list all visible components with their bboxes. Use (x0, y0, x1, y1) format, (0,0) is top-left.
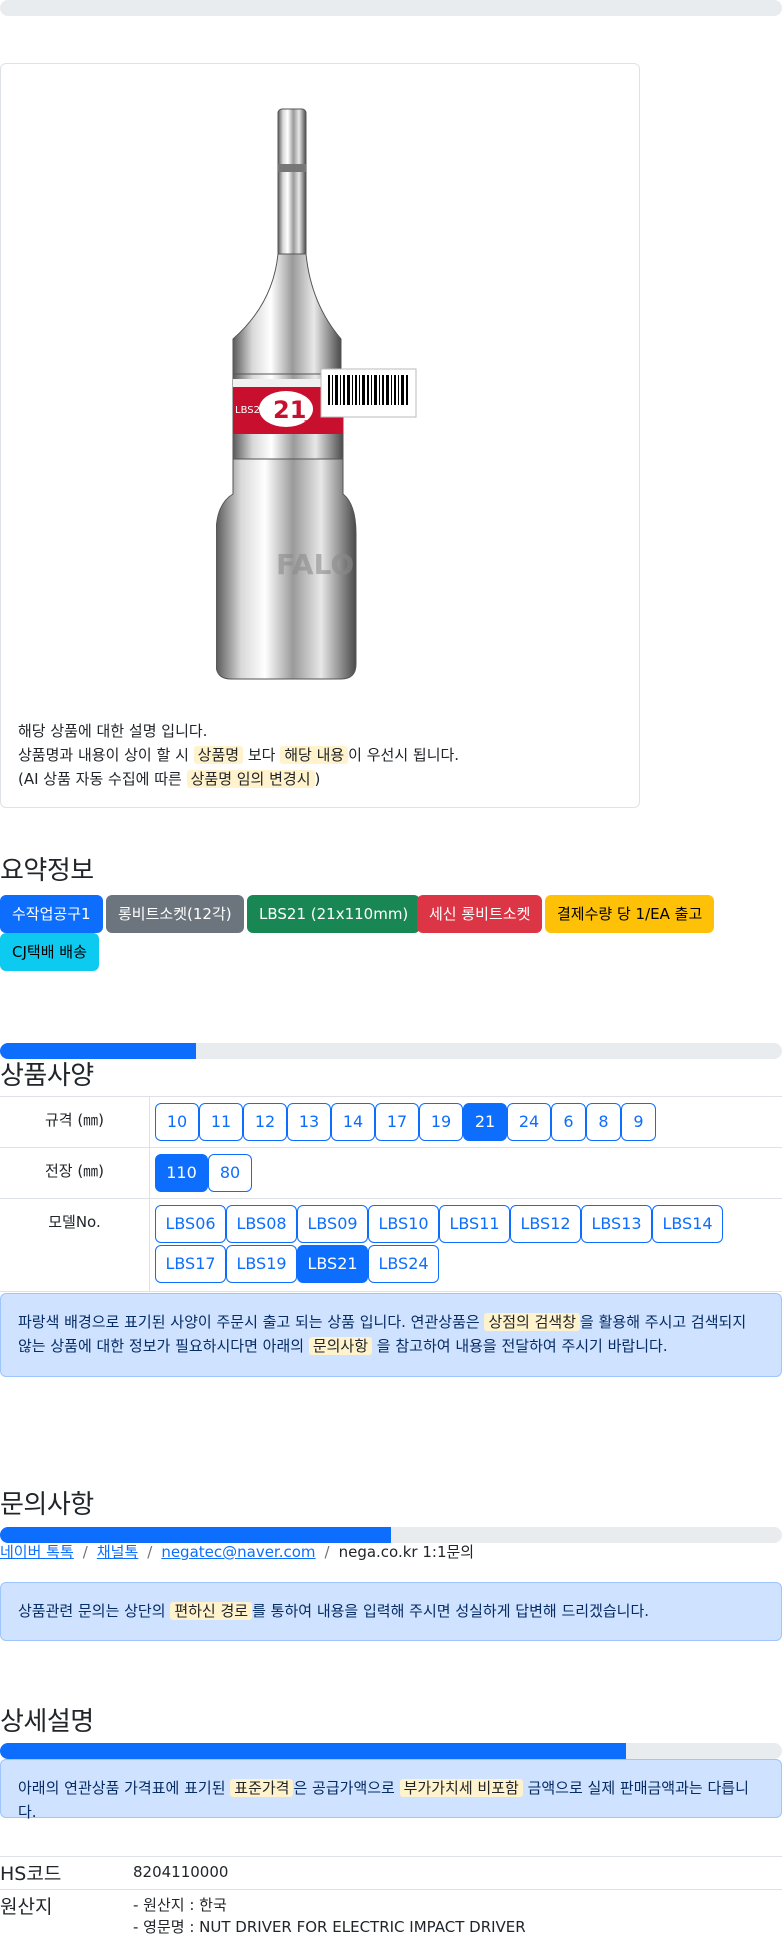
spec-option-lbs10[interactable]: LBS10 (368, 1205, 439, 1243)
notice-text: 를 통하여 내용을 입력해 주시면 성실하게 답변해 드리겠습니다. (252, 1602, 650, 1620)
notice-text: 을 참고하여 내용을 전달하여 주시기 바랍니다. (372, 1337, 668, 1355)
separator: / (147, 1543, 153, 1561)
spec-option-lbs11[interactable]: LBS11 (439, 1205, 510, 1243)
spec-option-lbs12[interactable]: LBS12 (510, 1205, 581, 1243)
spec-option-12[interactable]: 12 (243, 1103, 287, 1141)
product-card: 21 mm LBS21 FALO 해당 상품에 대한 설명 입니다. 상품명과 … (0, 63, 640, 808)
spec-option-110-selected[interactable]: 110 (155, 1154, 208, 1192)
specs-title: 상품사양 (0, 1061, 94, 1091)
desc-text: 보다 (243, 746, 281, 764)
product-description: 해당 상품에 대한 설명 입니다. 상품명과 내용이 상이 할 시 상품명 보다… (18, 719, 459, 791)
origin-label: 원산지 (0, 1896, 53, 1918)
page: 21 mm LBS21 FALO 해당 상품에 대한 설명 입니다. 상품명과 … (0, 0, 782, 1939)
highlight-content: 해당 내용 (280, 746, 349, 764)
spec-option-lbs13[interactable]: LBS13 (581, 1205, 652, 1243)
detail-progress-fill (0, 1743, 626, 1759)
info-row-origin: 원산지 - 원산지 : 한국 - 영문명 : NUT DRIVER FOR EL… (0, 1890, 782, 1939)
desc-line-2: 상품명과 내용이 상이 할 시 상품명 보다 해당 내용 이 우선시 됩니다. (18, 743, 459, 767)
socket-size-text: 21 (273, 396, 306, 424)
origin-country: - 원산지 : 한국 (133, 1896, 227, 1914)
notice-text: 파랑색 배경으로 표기된 사양이 주문시 출고 되는 상품 입니다. 연관상품은 (18, 1313, 485, 1331)
inquiry-title: 문의사항 (0, 1490, 94, 1520)
site-inquiry-text: nega.co.kr 1:1문의 (338, 1543, 475, 1561)
highlight-store-search: 상점의 검색창 (484, 1313, 581, 1331)
desc-line-1: 해당 상품에 대한 설명 입니다. (18, 722, 208, 740)
product-info-table: HS코드 8204110000 원산지 - 원산지 : 한국 - 영문명 : N… (0, 1856, 782, 1936)
badge-brand: 세신 롱비트소켓 (417, 895, 543, 933)
spec-option-19[interactable]: 19 (419, 1103, 463, 1141)
highlight-standard-price: 표준가격 (230, 1779, 294, 1797)
spec-option-lbs06[interactable]: LBS06 (155, 1205, 226, 1243)
spec-option-lbs21-selected[interactable]: LBS21 (297, 1245, 368, 1283)
spec-option-17[interactable]: 17 (375, 1103, 419, 1141)
spec-option-10[interactable]: 10 (155, 1103, 199, 1141)
spec-option-lbs24[interactable]: LBS24 (368, 1245, 439, 1283)
hs-code-value: 8204110000 (133, 1863, 229, 1881)
spec-option-13[interactable]: 13 (287, 1103, 331, 1141)
spec-option-80[interactable]: 80 (208, 1154, 252, 1192)
hs-code-label: HS코드 (0, 1863, 62, 1885)
badge-product-type: 롱비트소켓(12각) (106, 895, 244, 933)
desc-text: 상품명과 내용이 상이 할 시 (18, 746, 194, 764)
desc-text: ) (314, 770, 321, 788)
spec-option-lbs08[interactable]: LBS08 (226, 1205, 297, 1243)
top-progress-bar (0, 0, 782, 16)
badge-shipping: CJ택배 배송 (0, 933, 99, 971)
highlight-inquiry: 문의사항 (308, 1337, 373, 1355)
badge-model: LBS21 (21x110mm) (247, 895, 421, 933)
spec-option-14[interactable]: 14 (331, 1103, 375, 1141)
separator: / (324, 1543, 330, 1561)
channel-talk-link[interactable]: 채널톡 (97, 1543, 138, 1561)
spec-label-length: 전장 (㎜) (0, 1148, 150, 1198)
spec-row-model: 모델No. LBS06 LBS08 LBS09 LBS10 LBS11 LBS1… (0, 1199, 782, 1292)
naver-talk-link[interactable]: 네이버 톡톡 (0, 1543, 74, 1561)
socket-code-text: LBS21 (235, 405, 266, 416)
spec-option-24[interactable]: 24 (507, 1103, 551, 1141)
desc-text: (AI 상품 자동 수집에 따른 (18, 770, 187, 788)
highlight-name-change: 상품명 임의 변경시 (186, 770, 315, 788)
spec-row-length: 전장 (㎜) 110 80 (0, 1148, 782, 1199)
detail-progress (0, 1743, 782, 1759)
spec-option-lbs19[interactable]: LBS19 (226, 1245, 297, 1283)
origin-english-name: - 영문명 : NUT DRIVER FOR ELECTRIC IMPACT D… (133, 1918, 526, 1936)
detail-notice: 아래의 연관상품 가격표에 표기된 표준가격 은 공급가액으로 부가가치세 비포함… (0, 1759, 782, 1821)
spec-notice: 파랑색 배경으로 표기된 사양이 주문시 출고 되는 상품 입니다. 연관상품은… (0, 1293, 782, 1377)
desc-line-3: (AI 상품 자동 수집에 따른 상품명 임의 변경시) (18, 767, 459, 791)
spec-label-size: 규격 (㎜) (0, 1097, 150, 1147)
spec-option-lbs09[interactable]: LBS09 (297, 1205, 368, 1243)
separator: / (82, 1543, 88, 1561)
badge-category: 수작업공구1 (0, 895, 103, 933)
spec-option-8[interactable]: 8 (586, 1103, 621, 1141)
inquiry-notice: 상품관련 문의는 상단의 편하신 경로 를 통하여 내용을 입력해 주시면 성실하… (0, 1582, 782, 1641)
notice-text: 아래의 연관상품 가격표에 표기된 (18, 1779, 231, 1797)
socket-unit-text: mm (304, 418, 318, 426)
desc-text: 이 우선시 됩니다. (348, 746, 460, 764)
spec-option-lbs14[interactable]: LBS14 (652, 1205, 723, 1243)
highlight-preferred-channel: 편하신 경로 (170, 1602, 253, 1620)
notice-text: 은 공급가액으로 (293, 1779, 400, 1797)
spec-option-21-selected[interactable]: 21 (463, 1103, 507, 1141)
notice-text: 상품관련 문의는 상단의 (18, 1602, 171, 1620)
info-row-hs-code: HS코드 8204110000 (0, 1857, 782, 1890)
detail-title: 상세설명 (0, 1707, 94, 1737)
inquiry-channels: 네이버 톡톡 / 채널톡 / negatec@naver.com / nega.co.kr … (0, 1541, 474, 1562)
email-link[interactable]: negatec@naver.com (161, 1543, 315, 1561)
spec-table: 규격 (㎜) 10 11 12 13 14 17 19 21 24 6 8 9 … (0, 1096, 782, 1292)
highlight-vat-excluded: 부가가치세 비포함 (399, 1779, 523, 1797)
origin-value: - 원산지 : 한국 - 영문명 : NUT DRIVER FOR ELECTR… (133, 1894, 526, 1938)
product-image: 21 mm LBS21 FALO (216, 108, 417, 680)
highlight-product-name: 상품명 (193, 746, 244, 764)
spec-option-11[interactable]: 11 (199, 1103, 243, 1141)
spec-row-size: 규격 (㎜) 10 11 12 13 14 17 19 21 24 6 8 9 (0, 1097, 782, 1148)
spec-option-lbs17[interactable]: LBS17 (155, 1245, 226, 1283)
badge-quantity: 결제수량 당 1/EA 출고 (545, 895, 715, 933)
spec-label-model: 모델No. (0, 1199, 150, 1291)
summary-title: 요약정보 (0, 856, 94, 886)
brand-engraving: FALO (276, 548, 354, 581)
spec-option-6[interactable]: 6 (551, 1103, 586, 1141)
spec-option-9[interactable]: 9 (621, 1103, 656, 1141)
specs-progress (0, 1043, 782, 1059)
